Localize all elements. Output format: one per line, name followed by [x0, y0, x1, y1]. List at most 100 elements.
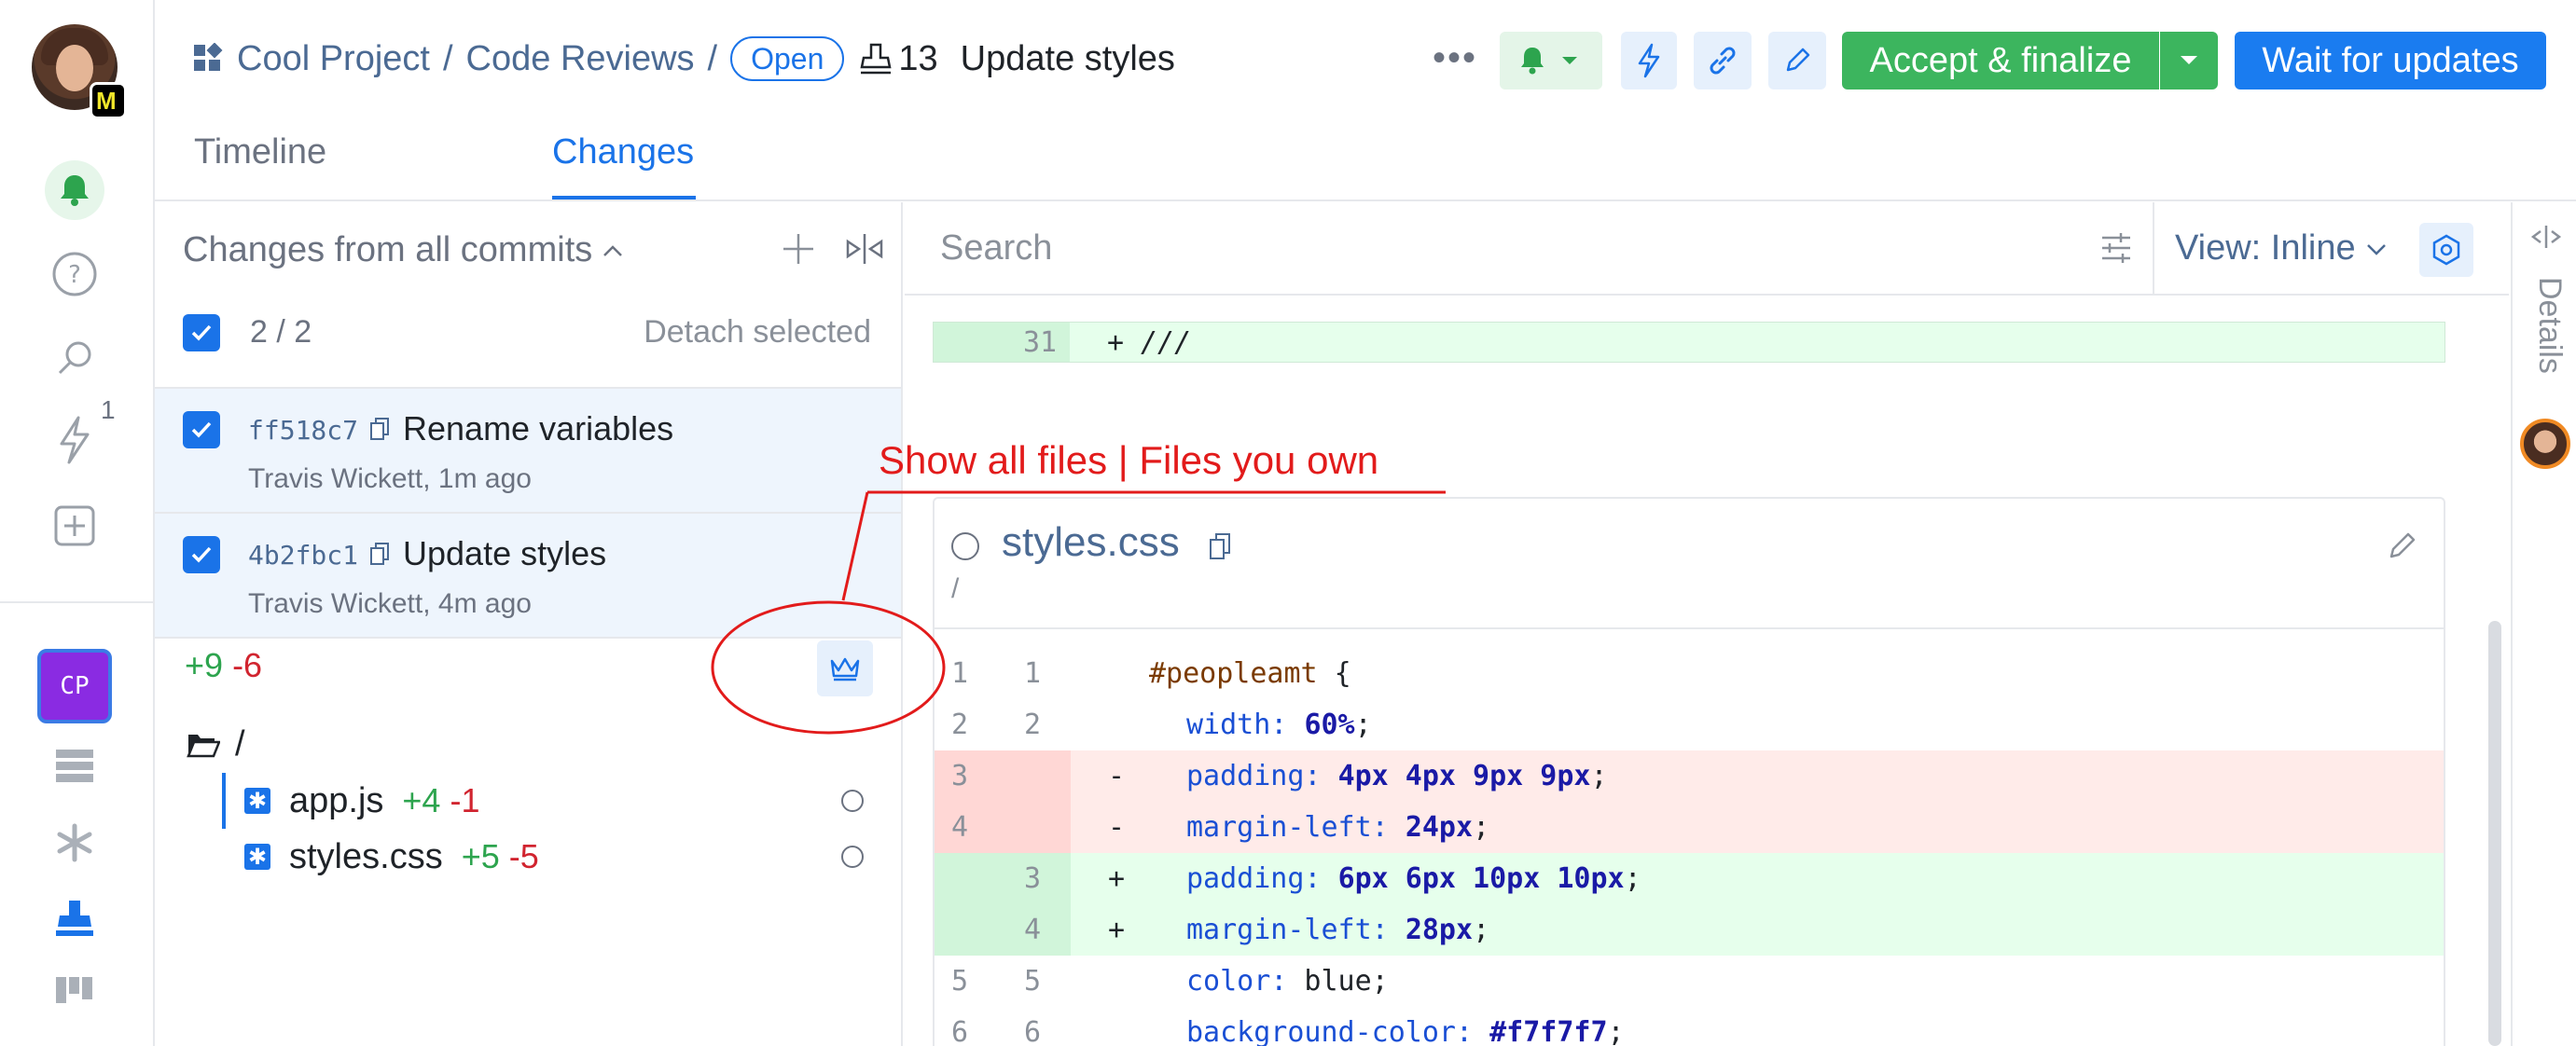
breadcrumb: Cool Project / Code Reviews / Open 13 Up…: [192, 35, 1175, 82]
search-icon: [58, 341, 91, 375]
changes-scope-dropdown[interactable]: Changes from all commits: [183, 230, 626, 270]
check-icon: [191, 421, 212, 438]
new-line-number: 2: [1024, 709, 1042, 741]
code-token: ;: [1624, 862, 1641, 895]
search-input[interactable]: Search: [940, 228, 1052, 268]
files-you-own-toggle[interactable]: [817, 640, 873, 696]
accept-finalize-button[interactable]: Accept & finalize: [1842, 32, 2159, 89]
details-tab[interactable]: Details: [2531, 277, 2568, 374]
file-added: +4: [402, 781, 441, 819]
selected-count: 2 / 2: [250, 314, 312, 350]
file-reviewed-toggle[interactable]: [951, 532, 979, 560]
filter-button[interactable]: [2098, 230, 2134, 266]
commit-hash[interactable]: 4b2fbc1: [248, 540, 358, 571]
breadcrumb-separator: /: [442, 38, 453, 78]
bell-dropdown-icon: [1521, 48, 1577, 75]
file-item[interactable]: ✱ app.js +4 -1: [222, 773, 879, 829]
edit-file-button[interactable]: [2384, 529, 2419, 564]
view-mode-dropdown[interactable]: View: Inline: [2175, 228, 2389, 268]
diff-sign: +: [1108, 862, 1126, 895]
code-token: #f7f7f7: [1489, 1016, 1608, 1046]
new-line-number: 4: [1024, 914, 1042, 946]
selection-row: 2 / 2 Detach selected: [155, 296, 901, 389]
question-icon: ?: [52, 252, 97, 296]
board-button[interactable]: [45, 960, 104, 1020]
detach-selected-button[interactable]: Detach selected: [644, 314, 871, 351]
commit-row[interactable]: ff518c7 Rename variables Travis Wickett,…: [155, 389, 901, 514]
reviews-button[interactable]: [45, 888, 104, 947]
total-added: +9: [185, 646, 224, 684]
details-sidebar: Details: [2511, 202, 2576, 1046]
tab-changes[interactable]: Changes: [552, 132, 694, 172]
collapse-panel-button[interactable]: [845, 230, 884, 268]
code-text: background-color: #f7f7f7;: [1186, 1016, 1625, 1046]
file-name: styles.css: [289, 836, 443, 876]
tab-timeline[interactable]: Timeline: [194, 132, 326, 172]
code-text: color: blue;: [1186, 965, 1389, 998]
rail-divider: [0, 601, 155, 603]
copy-filename-button[interactable]: [1209, 532, 1231, 560]
project-icon: [194, 43, 223, 71]
project-badge[interactable]: CP: [37, 649, 112, 723]
crown-icon: [830, 657, 860, 681]
breadcrumb-project[interactable]: Cool Project: [237, 39, 430, 79]
split-icon: [846, 234, 883, 264]
file-reviewed-toggle[interactable]: [841, 790, 864, 812]
diff-settings-button[interactable]: [2419, 223, 2473, 277]
create-button[interactable]: [45, 496, 104, 556]
check-icon: [191, 546, 212, 563]
code-token: blue;: [1287, 965, 1389, 998]
quick-actions-button[interactable]: [1621, 32, 1677, 89]
select-all-checkbox[interactable]: [183, 314, 220, 351]
diff-scrollbar[interactable]: [2488, 621, 2501, 1046]
commit-row[interactable]: 4b2fbc1 Update styles Travis Wickett, 4m…: [155, 514, 901, 639]
activity-button[interactable]: [45, 410, 104, 470]
breadcrumb-code-reviews[interactable]: Code Reviews: [466, 39, 695, 79]
commit-checkbox[interactable]: [183, 536, 220, 573]
search-button[interactable]: [45, 328, 104, 388]
new-line-number: 1: [1024, 657, 1042, 690]
notifications-button[interactable]: [45, 160, 104, 220]
folder-open-icon: [187, 734, 220, 757]
diff-line: 4 - margin-left: 24px;: [935, 802, 2444, 853]
commit-hash[interactable]: ff518c7: [248, 415, 358, 446]
pencil-icon: [2389, 532, 2416, 558]
folder-root[interactable]: /: [187, 724, 245, 764]
accept-dropdown-button[interactable]: [2160, 32, 2218, 89]
file-added: +5: [461, 837, 500, 875]
wait-for-updates-button[interactable]: Wait for updates: [2235, 32, 2546, 89]
edit-button[interactable]: [1768, 32, 1826, 89]
code-token: padding:: [1186, 760, 1322, 792]
code-token: 28px: [1405, 914, 1474, 946]
subscribe-button[interactable]: [1500, 32, 1602, 89]
activity-count: 1: [101, 395, 116, 424]
diff-file-name[interactable]: styles.css: [1002, 519, 1180, 566]
code-token: {: [1317, 657, 1351, 690]
copy-link-button[interactable]: [1694, 32, 1752, 89]
code-text: ///: [1141, 326, 1192, 359]
chevron-up-icon: [603, 244, 623, 256]
add-commit-button[interactable]: [780, 230, 817, 268]
copy-hash-button[interactable]: [369, 542, 390, 566]
breadcrumb-separator: /: [707, 38, 718, 78]
file-item[interactable]: ✱ styles.css +5 -5: [226, 829, 879, 885]
more-options-button[interactable]: •••: [1433, 37, 1477, 79]
file-diff-header: styles.css /: [935, 499, 2444, 629]
packages-button[interactable]: [45, 813, 104, 873]
check-icon: [191, 324, 212, 341]
css-file-icon: ✱: [244, 844, 270, 870]
commit-checkbox[interactable]: [183, 411, 220, 448]
copy-hash-button[interactable]: [369, 417, 390, 441]
help-button[interactable]: ?: [45, 244, 104, 304]
reviewer-avatar[interactable]: [2520, 419, 2570, 469]
diff-line: 4 + margin-left: 28px;: [935, 904, 2444, 956]
list-button[interactable]: [45, 736, 104, 796]
file-reviewed-toggle[interactable]: [841, 846, 864, 868]
expand-details-icon[interactable]: [2529, 223, 2563, 251]
code-text: padding: 4px 4px 9px 9px;: [1186, 760, 1608, 792]
code-token: margin-left:: [1186, 914, 1389, 946]
